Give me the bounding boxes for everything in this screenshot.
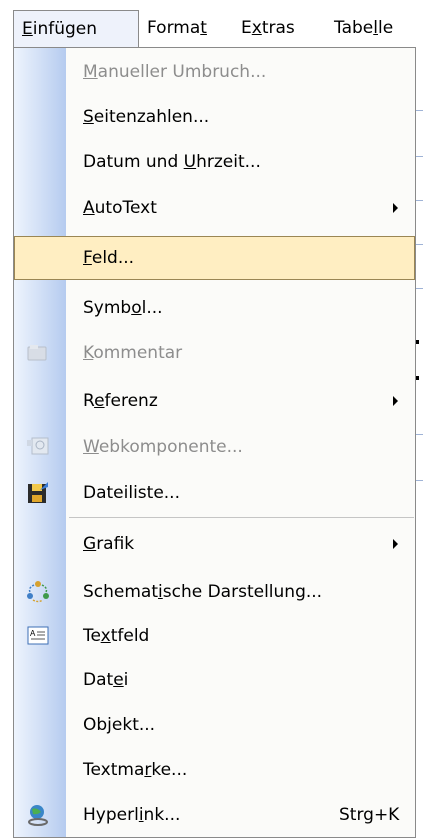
submenu-arrow-icon: [393, 396, 398, 406]
menu-item-hyperlink[interactable]: Hyperlink... Strg+K: [14, 793, 415, 837]
menu-item-label: Feld...: [83, 248, 135, 268]
edge-line: [416, 480, 423, 481]
menu-item-bookmark[interactable]: Textmarke...: [14, 748, 415, 792]
menu-item-label: Textmarke...: [83, 760, 188, 780]
menu-item-autotext[interactable]: AutoText: [14, 186, 415, 230]
menu-item-page-numbers[interactable]: Seitenzahlen...: [14, 95, 415, 139]
menu-item-label: Seitenzahlen...: [83, 107, 210, 127]
menu-item-label: Datum und Uhrzeit...: [83, 152, 261, 172]
submenu-arrow-icon: [393, 203, 398, 213]
menu-format[interactable]: Format: [141, 10, 207, 48]
menu-bar: Einfügen Format Extras Tabelle: [0, 0, 423, 48]
menu-separator: [69, 517, 414, 518]
menu-item-label: Kommentar: [83, 343, 183, 363]
menu-item-label: Symbol...: [83, 298, 163, 318]
menu-tabelle[interactable]: Tabelle: [328, 10, 393, 48]
edge-line: [416, 110, 423, 111]
menu-item-label: Referenz: [83, 391, 158, 411]
menu-label: le: [377, 18, 394, 38]
menu-item-symbol[interactable]: Symbol...: [14, 286, 415, 330]
menu-item-label: Hyperlink...: [83, 805, 181, 825]
hyperlink-icon: [28, 805, 48, 826]
menu-item-label: Schematische Darstellung...: [83, 582, 323, 602]
edge-line: [416, 156, 423, 157]
menu-label: infügen: [32, 19, 98, 39]
edge-line: [416, 434, 423, 435]
menu-item-web-component[interactable]: Webkomponente...: [14, 425, 415, 469]
file-list-icon: [28, 482, 48, 503]
menu-label-accel: E: [22, 19, 33, 39]
menu-einfuegen[interactable]: Einfügen: [13, 10, 139, 48]
menu-item-schematic[interactable]: Schematische Darstellung...: [14, 570, 415, 614]
edge-line: [416, 244, 423, 245]
menu-label: Tabe: [334, 18, 374, 38]
menu-item-label: Manueller Umbruch...: [83, 62, 267, 82]
menu-item-file-list[interactable]: Dateiliste...: [14, 471, 415, 515]
menu-label: tras: [261, 18, 295, 38]
edge-line: [416, 288, 423, 289]
menu-item-date-time[interactable]: Datum und Uhrzeit...: [14, 140, 415, 184]
menu-item-file[interactable]: Datei: [14, 658, 415, 702]
edge-mark: [416, 376, 419, 380]
menu-item-label: Textfeld: [83, 626, 150, 646]
insert-menu-dropdown: Manueller Umbruch... Seitenzahlen... Dat…: [13, 47, 416, 838]
menu-item-field[interactable]: Feld...: [14, 236, 415, 280]
menu-item-textbox[interactable]: A Textfeld: [14, 614, 415, 658]
menu-item-label: Webkomponente...: [83, 437, 243, 457]
diagram-icon: [27, 581, 49, 603]
edge-mark: [416, 340, 419, 344]
menu-item-label: Datei: [83, 670, 129, 690]
comment-icon: [27, 345, 47, 361]
menu-item-graphic[interactable]: Grafik: [14, 522, 415, 566]
textbox-icon: A: [27, 626, 49, 645]
menu-extras[interactable]: Extras: [235, 10, 295, 48]
document-edge: [416, 48, 423, 838]
menu-item-object[interactable]: Objekt...: [14, 703, 415, 747]
menu-item-manual-break[interactable]: Manueller Umbruch...: [14, 50, 415, 94]
menu-item-reference[interactable]: Referenz: [14, 379, 415, 423]
web-component-icon: [27, 437, 49, 455]
menu-label: E: [241, 18, 252, 38]
menu-item-label: AutoText: [83, 198, 157, 218]
menu-item-comment[interactable]: Kommentar: [14, 331, 415, 375]
menu-item-label: Dateiliste...: [83, 483, 180, 503]
svg-text:A: A: [30, 629, 36, 638]
menu-label: Forma: [147, 18, 201, 38]
shortcut-label: Strg+K: [339, 805, 400, 825]
menu-label-accel: x: [251, 18, 262, 38]
menu-label-accel: t: [200, 18, 207, 38]
edge-line: [416, 200, 423, 201]
menu-item-label: Objekt...: [83, 715, 156, 735]
menu-item-label: Grafik: [83, 534, 135, 554]
submenu-arrow-icon: [393, 539, 398, 549]
